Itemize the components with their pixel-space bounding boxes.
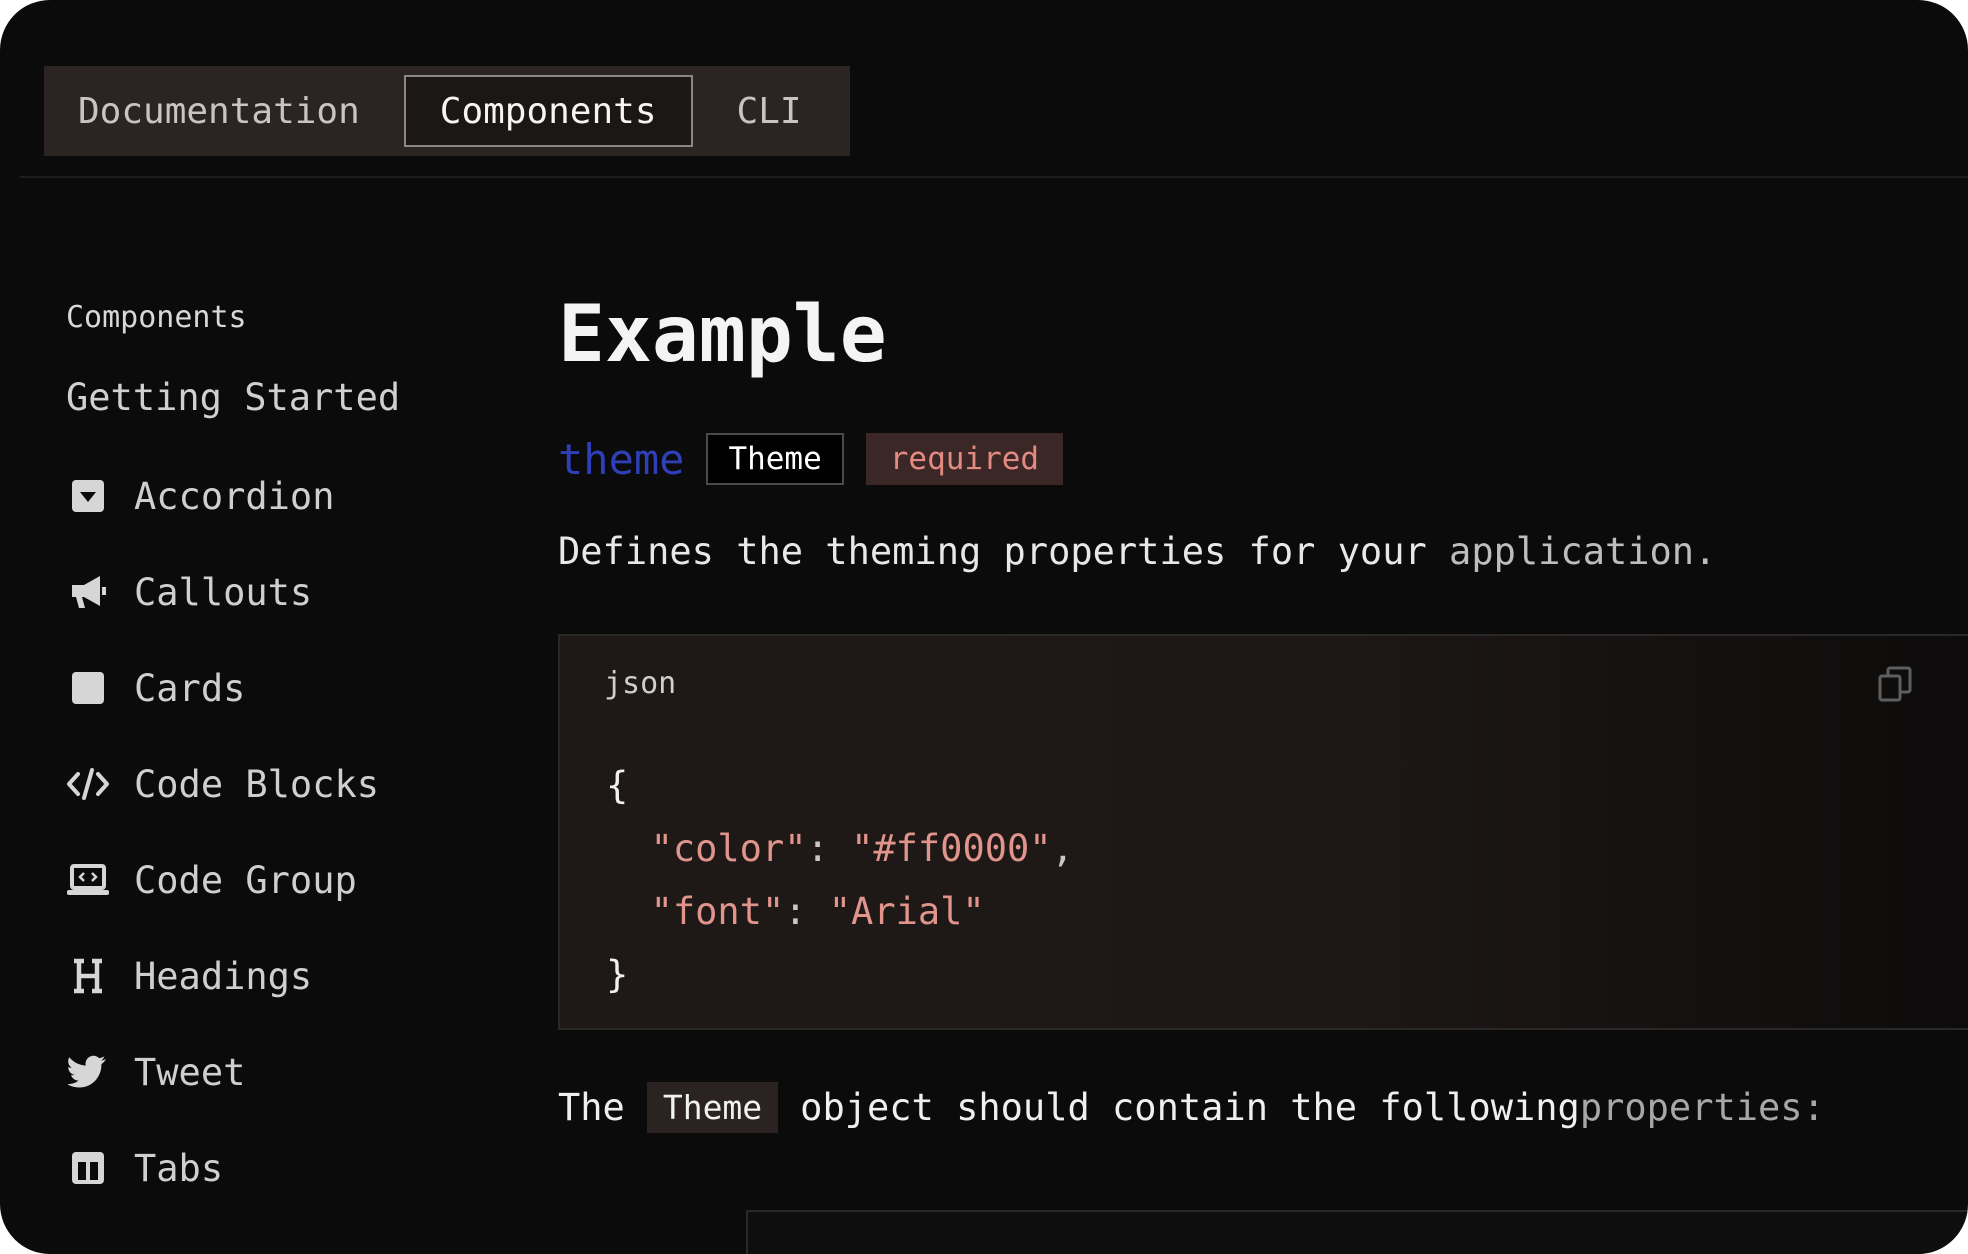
sidebar-item-label: Headings	[134, 954, 313, 998]
property-description: Defines the theming properties for your …	[558, 530, 1968, 580]
sidebar-heading: Components	[66, 300, 247, 335]
sidebar-item-label: Cards	[134, 666, 246, 710]
heading-icon	[66, 954, 110, 998]
properties-intro: The Theme object should contain the foll…	[558, 1081, 1968, 1133]
code-open-brace: {	[606, 764, 629, 807]
properties-panel	[746, 1210, 1968, 1254]
sidebar-item-label: Tweet	[134, 1050, 246, 1094]
sidebar-item-getting-started[interactable]: Getting Started	[66, 376, 486, 432]
tab-documentation[interactable]: Documentation	[44, 75, 394, 147]
sidebar-item-code-group[interactable]: Code Group	[66, 832, 486, 928]
code-value: "Arial"	[828, 890, 985, 933]
sidebar: Components Getting Started Accordion Cal…	[66, 300, 486, 1216]
code-block: json { "color": "#ff0000", "font": "Aria…	[558, 634, 1968, 1030]
tab-components[interactable]: Components	[403, 75, 693, 147]
copy-icon[interactable]	[1876, 664, 1916, 704]
intro-text-faded: properties:	[1579, 1085, 1825, 1129]
sidebar-item-tabs[interactable]: Tabs	[66, 1120, 486, 1216]
code-comma: ,	[1051, 827, 1074, 870]
intro-text: object should contain the following	[800, 1085, 1580, 1129]
page-title: Example	[558, 290, 887, 380]
description-text-faded: application.	[1449, 530, 1717, 573]
sidebar-item-tweet[interactable]: Tweet	[66, 1024, 486, 1120]
tab-cli[interactable]: CLI	[703, 75, 836, 147]
code-value: "#ff0000"	[851, 827, 1052, 870]
code-colon: :	[806, 827, 852, 870]
sidebar-item-label: Accordion	[134, 474, 335, 518]
header-divider	[20, 176, 1968, 178]
inline-code: Theme	[646, 1081, 779, 1133]
sidebar-item-label: Code Group	[134, 858, 357, 902]
sidebar-item-label: Code Blocks	[134, 762, 380, 806]
sidebar-item-code-blocks[interactable]: Code Blocks	[66, 736, 486, 832]
sidebar-item-label: Tabs	[134, 1146, 224, 1190]
sidebar-item-callouts[interactable]: Callouts	[66, 544, 486, 640]
columns-icon	[66, 1146, 110, 1190]
laptop-code-icon	[66, 858, 110, 902]
sidebar-item-headings[interactable]: Headings	[66, 928, 486, 1024]
code-key: "color"	[650, 827, 807, 870]
code-key: "font"	[650, 890, 785, 933]
sidebar-item-accordion[interactable]: Accordion	[66, 448, 486, 544]
code-icon	[66, 762, 110, 806]
description-text: Defines the theming properties for your	[558, 530, 1450, 573]
code-colon: :	[784, 890, 829, 933]
top-tabs: Documentation Components CLI	[44, 66, 850, 156]
app-window: Documentation Components CLI Components …	[0, 0, 1968, 1254]
type-badge: Theme	[706, 433, 844, 485]
main-content: Example theme Theme required Defines the…	[558, 290, 1968, 1133]
code-language-label: json	[604, 666, 677, 701]
required-badge: required	[865, 433, 1064, 485]
property-name: theme	[558, 434, 685, 484]
sidebar-item-cards[interactable]: Cards	[66, 640, 486, 736]
square-icon	[66, 666, 110, 710]
code-content: { "color": "#ff0000", "font": "Arial" }	[606, 754, 1074, 1006]
sidebar-item-label: Callouts	[134, 570, 313, 614]
twitter-icon	[66, 1050, 110, 1094]
megaphone-icon	[66, 570, 110, 614]
intro-prefix: The	[558, 1085, 625, 1129]
code-close-brace: }	[606, 953, 629, 996]
caret-square-icon	[66, 474, 110, 518]
property-row: theme Theme required	[558, 432, 1968, 486]
